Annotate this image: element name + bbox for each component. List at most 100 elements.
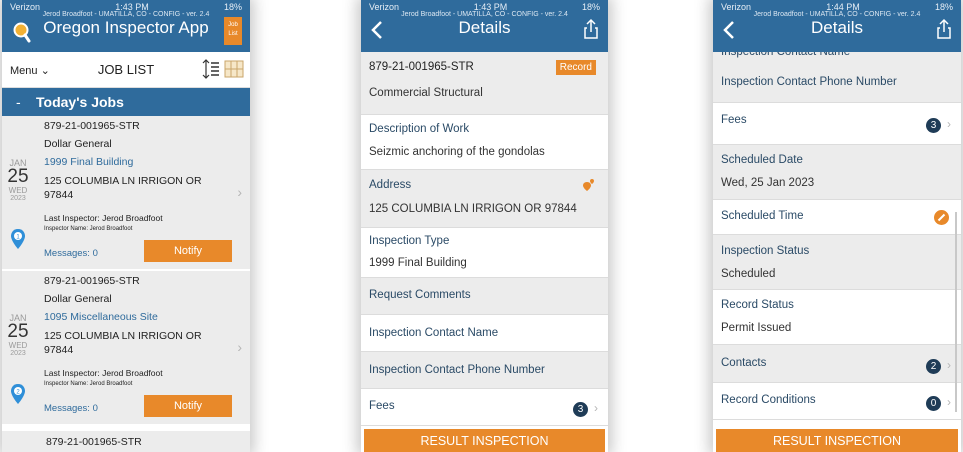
field-label: Contacts bbox=[721, 357, 767, 369]
field-label: Inspection Type bbox=[369, 235, 450, 247]
chevron-right-icon: › bbox=[237, 184, 242, 200]
field-label: Record Conditions bbox=[721, 394, 816, 406]
job-list-item[interactable]: 879-21-001965-STR Dollar General 1095 Mi… bbox=[2, 271, 250, 426]
section-title: Today's Jobs bbox=[36, 94, 124, 110]
inspection-status-row: Inspection Status Scheduled bbox=[713, 235, 961, 290]
share-icon[interactable] bbox=[935, 18, 953, 40]
details-screen-scrolled: Inspection Contact Name Verizon 1:44 PM … bbox=[713, 0, 961, 452]
date-weekday: WED bbox=[8, 186, 28, 195]
address: 125 COLUMBIA LN IRRIGON OR 97844 bbox=[44, 330, 202, 356]
job-list-item[interactable]: 879-21-001965-STR Dollar General 1999 Fi… bbox=[2, 116, 250, 271]
last-inspector: Last Inspector: Jerod Broadfoot bbox=[44, 213, 163, 223]
field-value: Permit Issued bbox=[721, 322, 792, 334]
date-year: 2023 bbox=[10, 350, 26, 357]
field-value: Wed, 25 Jan 2023 bbox=[721, 177, 815, 189]
user-config-line: Jerod Broadfoot - UMATILLA, CO - CONFIG … bbox=[42, 11, 210, 18]
fees-count-badge: 3 bbox=[573, 402, 588, 417]
scrollbar[interactable] bbox=[955, 212, 957, 412]
user-config-line: Jerod Broadfoot - UMATILLA, CO - CONFIG … bbox=[401, 11, 568, 18]
address-pin-icon[interactable] bbox=[582, 178, 596, 192]
customer-name: Dollar General bbox=[44, 293, 112, 305]
record-number: 879-21-001965-STR bbox=[44, 275, 140, 287]
nav-bar: Verizon 1:44 PM 18% Jerod Broadfoot - UM… bbox=[713, 0, 961, 52]
chevron-right-icon: › bbox=[237, 339, 242, 355]
inspector-name: Inspector Name: Jerod Broadfoot bbox=[44, 381, 133, 387]
scheduled-time-row[interactable]: Scheduled Time bbox=[713, 200, 961, 235]
inspector-name: Inspector Name: Jerod Broadfoot bbox=[44, 226, 133, 232]
address: 125 COLUMBIA LN IRRIGON OR 97844 bbox=[44, 175, 202, 201]
last-inspector: Last Inspector: Jerod Broadfoot bbox=[44, 368, 163, 378]
field-label: Scheduled Time bbox=[721, 210, 804, 222]
todays-jobs-header[interactable]: - Today's Jobs bbox=[2, 88, 250, 116]
location-pin-icon[interactable]: 2 bbox=[10, 383, 26, 405]
result-inspection-button[interactable]: RESULT INSPECTION bbox=[364, 429, 605, 452]
record-number: 879-21-001965-STR bbox=[46, 436, 142, 448]
screen-title: Details bbox=[811, 18, 863, 37]
job-list-button[interactable]: Job List bbox=[224, 17, 242, 45]
field-label: Request Comments bbox=[369, 289, 471, 301]
inspection-type-row: Inspection Type 1999 Final Building bbox=[361, 228, 608, 278]
map-icon[interactable] bbox=[224, 59, 244, 79]
date-day: 25 bbox=[7, 321, 29, 342]
contact-phone-row: Inspection Contact Phone Number bbox=[713, 63, 961, 103]
chevron-right-icon: › bbox=[947, 117, 951, 131]
job-list-screen: Verizon 1:43 PM 18% Jerod Broadfoot - UM… bbox=[2, 0, 250, 452]
record-status-row: Record Status Permit Issued bbox=[713, 290, 961, 345]
inspection-type: 1999 Final Building bbox=[44, 156, 134, 168]
date-year: 2023 bbox=[10, 195, 26, 202]
description-row: Description of Work Seizmic anchoring of… bbox=[361, 115, 608, 170]
fees-row[interactable]: Fees 3 › bbox=[713, 103, 961, 145]
conditions-count-badge: 0 bbox=[926, 396, 941, 411]
field-label: Description of Work bbox=[369, 123, 470, 135]
record-conditions-row[interactable]: Record Conditions 0 › bbox=[713, 383, 961, 420]
date-weekday: WED bbox=[8, 341, 28, 350]
field-label: Fees bbox=[721, 114, 747, 126]
record-number: 879-21-001965-STR bbox=[44, 120, 140, 132]
contact-phone-row: Inspection Contact Phone Number bbox=[361, 352, 608, 389]
chevron-right-icon: › bbox=[947, 358, 951, 372]
nav-bar: Verizon 1:43 PM 18% Jerod Broadfoot - UM… bbox=[361, 0, 608, 52]
fees-count-badge: 3 bbox=[926, 118, 941, 133]
user-config-line: Jerod Broadfoot - UMATILLA, CO - CONFIG … bbox=[753, 11, 921, 18]
field-label: Inspection Contact Phone Number bbox=[369, 364, 545, 376]
share-icon[interactable] bbox=[582, 18, 600, 40]
field-label: Inspection Status bbox=[721, 245, 810, 257]
field-label: Address bbox=[369, 179, 412, 191]
date-day: 25 bbox=[7, 166, 29, 187]
field-label: Fees bbox=[369, 400, 395, 412]
details-screen-top: Verizon 1:43 PM 18% Jerod Broadfoot - UM… bbox=[361, 0, 608, 452]
job-date: JAN 25 WED 2023 bbox=[2, 158, 34, 202]
notify-button[interactable]: Notify bbox=[144, 395, 232, 417]
record-number: 879-21-001965-STR bbox=[369, 61, 474, 73]
field-label: Record Status bbox=[721, 299, 794, 311]
menu-bar: Menu ⌄ JOB LIST bbox=[2, 52, 250, 88]
request-comments-row: Request Comments bbox=[361, 278, 608, 315]
contacts-count-badge: 2 bbox=[926, 359, 941, 374]
result-inspection-button[interactable]: RESULT INSPECTION bbox=[716, 429, 958, 452]
job-date: JAN 25 WED 2023 bbox=[2, 313, 34, 357]
field-value: Scheduled bbox=[721, 268, 776, 280]
edit-pencil-icon[interactable] bbox=[934, 210, 949, 225]
screen-title: Details bbox=[458, 18, 511, 37]
chevron-right-icon: › bbox=[947, 395, 951, 409]
record-type: Commercial Structural bbox=[369, 87, 483, 99]
notify-button[interactable]: Notify bbox=[144, 240, 232, 262]
field-label: Inspection Contact Phone Number bbox=[721, 76, 897, 88]
collapse-indicator: - bbox=[16, 94, 21, 110]
address-row[interactable]: Address 125 COLUMBIA LN IRRIGON OR 97844 bbox=[361, 170, 608, 228]
field-value: 125 COLUMBIA LN IRRIGON OR 97844 bbox=[369, 203, 577, 215]
fees-row[interactable]: Fees 3 › bbox=[361, 389, 608, 426]
nav-bar: Verizon 1:43 PM 18% Jerod Broadfoot - UM… bbox=[2, 0, 250, 52]
scheduled-date-row: Scheduled Date Wed, 25 Jan 2023 bbox=[713, 145, 961, 200]
customer-name: Dollar General bbox=[44, 138, 112, 150]
field-label: Scheduled Date bbox=[721, 154, 803, 166]
field-label: Inspection Contact Name bbox=[369, 327, 499, 339]
field-value: Seizmic anchoring of the gondolas bbox=[369, 146, 545, 158]
record-row: 879-21-001965-STR Record Commercial Stru… bbox=[361, 52, 608, 115]
record-button[interactable]: Record bbox=[555, 60, 596, 75]
sort-icon[interactable] bbox=[202, 58, 220, 80]
field-value: 1999 Final Building bbox=[369, 257, 467, 269]
location-pin-icon[interactable]: 1 bbox=[10, 228, 26, 250]
contacts-row[interactable]: Contacts 2 › bbox=[713, 345, 961, 383]
inspection-type: 1095 Miscellaneous Site bbox=[44, 311, 158, 323]
